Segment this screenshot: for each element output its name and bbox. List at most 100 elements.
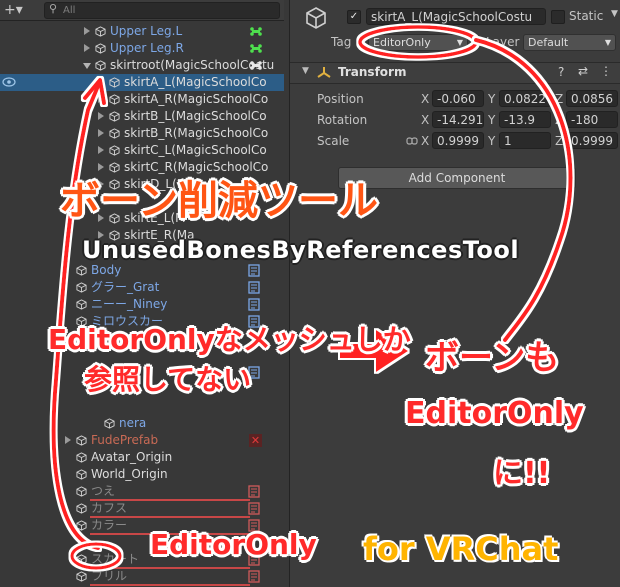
bone-icon (250, 27, 262, 36)
position-label: Position (317, 92, 364, 106)
gameobject-icon (76, 452, 87, 463)
result-line-1: ボーンも (425, 338, 560, 378)
for-vrchat-label: for VRChat (363, 530, 559, 568)
hierarchy-row-label: カラー (91, 518, 128, 532)
expand-right-icon[interactable] (83, 27, 91, 35)
bone-icon (250, 61, 262, 70)
hierarchy-row-label: Upper Leg.R (110, 41, 184, 55)
preset-icon[interactable]: ⇄ (578, 64, 588, 78)
visibility-eye-icon[interactable] (2, 77, 16, 87)
hierarchy-row[interactable]: フリル (0, 568, 284, 586)
search-placeholder: All (63, 5, 76, 16)
hierarchy-row-label: スカート (91, 552, 140, 566)
hierarchy-row-label: つえ (91, 484, 116, 498)
rotation-x-field[interactable]: -14.291 (432, 111, 484, 128)
hierarchy-row[interactable]: ニーー_Niney (0, 296, 284, 313)
static-checkbox[interactable] (551, 10, 565, 24)
hierarchy-row[interactable]: Upper Leg.L (0, 23, 284, 40)
foldout-icon[interactable]: ▼ (302, 66, 309, 76)
link-icon[interactable] (406, 135, 418, 147)
expand-right-icon[interactable] (97, 95, 105, 103)
prefab-icon (248, 281, 260, 294)
axis-y-label: Y (488, 92, 496, 106)
expand-right-icon[interactable] (97, 146, 105, 154)
tag-value: EditorOnly (373, 36, 431, 49)
gameobject-icon (76, 554, 87, 565)
hierarchy-row[interactable]: skirtroot(MagicSchoolCostu (0, 57, 284, 74)
layer-dropdown[interactable]: Default ▼ (523, 34, 616, 51)
hierarchy-row-label: Body (91, 263, 122, 277)
hierarchy-row[interactable]: FudePrefab ✕ (0, 432, 284, 449)
hierarchy-row-label: フリル (91, 569, 128, 583)
hierarchy-row[interactable]: World_Origin (0, 466, 284, 483)
hierarchy-row[interactable]: skirtB_R(MagicSchoolCo (0, 125, 284, 142)
prefab-icon (248, 502, 260, 515)
hierarchy-row[interactable]: nera (0, 415, 284, 432)
hierarchy-row[interactable]: グラー_Grat (0, 279, 284, 296)
hierarchy-row[interactable]: skirtA_R(MagicSchoolCo (0, 91, 284, 108)
note-line-1: EditorOnlyなメッシュしか (48, 323, 411, 356)
expand-down-icon[interactable] (83, 61, 91, 69)
rotation-z-field[interactable]: -180 (566, 111, 618, 128)
bottom-editoronly-note: EditorOnly (150, 528, 317, 561)
position-y-field[interactable]: 0.0822 (499, 90, 551, 107)
expand-right-icon[interactable] (97, 112, 105, 120)
hierarchy-row[interactable]: つえ (0, 483, 284, 501)
expand-right-icon[interactable] (97, 129, 105, 137)
axis-y-label: Y (488, 113, 496, 127)
hierarchy-row-label: skirtB_R(MagicSchoolCo (124, 126, 269, 140)
hierarchy-row[interactable]: skirtC_L(MagicSchoolCo (0, 142, 284, 159)
gameobject-icon (95, 26, 106, 37)
prefab-icon (248, 298, 260, 311)
static-label[interactable]: Static (569, 9, 603, 23)
transform-header[interactable]: ▼ Transform ? ⇄ ⋮ (290, 62, 620, 84)
active-checkbox[interactable]: ✓ (347, 10, 361, 24)
gameobject-icon (76, 469, 87, 480)
scale-z-field[interactable]: 0.9999 (566, 132, 618, 149)
result-line-3: に!! (493, 456, 551, 491)
rotation-y-field[interactable]: -13.9 (499, 111, 551, 128)
axis-x-label: X (421, 134, 430, 148)
gameobject-icon (104, 418, 115, 429)
hierarchy-row[interactable]: Body (0, 262, 284, 279)
static-dropdown-icon[interactable]: ▼ (611, 9, 618, 19)
hierarchy-row[interactable]: skirtA_L(MagicSchoolCo (0, 74, 284, 91)
add-object-button[interactable]: +▾ (4, 1, 34, 19)
help-icon[interactable]: ? (558, 65, 564, 79)
gameobject-icon (109, 94, 120, 105)
object-name-field[interactable]: skirtA_L(MagicSchoolCostu (366, 8, 546, 25)
more-icon[interactable]: ⋮ (600, 64, 612, 78)
position-x-field[interactable]: -0.060 (432, 90, 484, 107)
gameobject-icon (76, 486, 87, 497)
hierarchy-row[interactable]: カフス (0, 500, 284, 518)
hierarchy-row-label: skirtC_L(MagicSchoolCo (124, 143, 267, 157)
expand-right-icon[interactable] (64, 436, 72, 444)
hierarchy-toolbar: +▾ ⚲ All (0, 0, 284, 21)
expand-right-icon[interactable] (83, 44, 91, 52)
rotation-label: Rotation (317, 113, 368, 127)
hierarchy-row[interactable]: skirtB_L(MagicSchoolCo (0, 108, 284, 125)
prefab-icon (248, 485, 260, 498)
scale-y-field[interactable]: 1 (499, 132, 551, 149)
hierarchy-search-input[interactable]: ⚲ All (44, 2, 280, 19)
missing-prefab-icon: ✕ (249, 434, 262, 447)
search-icon: ⚲ (49, 2, 58, 15)
component-title: Transform (338, 65, 407, 79)
bone-icon (250, 44, 262, 53)
prefab-icon (248, 264, 260, 277)
title-japanese: ボーン削減ツール (60, 178, 378, 224)
red-underline (90, 584, 250, 586)
hierarchy-row[interactable]: Avatar_Origin (0, 449, 284, 466)
axis-x-label: X (421, 113, 430, 127)
chevron-down-icon: ▼ (456, 38, 463, 47)
layer-label: Layer (486, 35, 520, 49)
tag-dropdown[interactable]: EditorOnly ▼ (368, 34, 468, 51)
scale-x-field[interactable]: 0.9999 (432, 132, 484, 149)
gameobject-icon (95, 60, 106, 71)
hierarchy-row[interactable]: Upper Leg.R (0, 40, 284, 57)
gameobject-icon (76, 282, 87, 293)
layer-value: Default (528, 36, 569, 49)
gameobject-cube-icon (306, 7, 326, 29)
gameobject-icon (109, 77, 120, 88)
position-z-field[interactable]: 0.0856 (566, 90, 618, 107)
